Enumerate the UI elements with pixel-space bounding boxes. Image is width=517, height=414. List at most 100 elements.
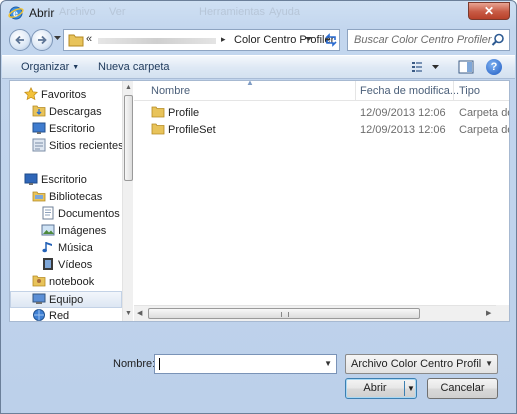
column-divider[interactable] bbox=[453, 81, 454, 101]
chevron-down-icon: ▼ bbox=[72, 64, 80, 71]
history-dropdown-icon[interactable] bbox=[54, 36, 61, 41]
nav-item-videos[interactable]: Vídeos bbox=[10, 257, 122, 274]
nav-item-recent-places[interactable]: Sitios recientes bbox=[10, 138, 124, 155]
folder-icon bbox=[68, 34, 84, 47]
ghost-menu-tools: Herramientas bbox=[199, 6, 266, 18]
breadcrumb-current[interactable]: Color Centro Profiler bbox=[234, 34, 334, 46]
file-type: Carpeta de a bbox=[459, 107, 509, 119]
search-input[interactable]: Buscar Color Centro Profiler bbox=[347, 29, 510, 51]
scroll-down-icon[interactable]: ▼ bbox=[125, 310, 132, 317]
breadcrumb-overflow[interactable]: « bbox=[86, 33, 92, 45]
nav-item-desktop-root[interactable]: Escritorio bbox=[10, 172, 122, 189]
refresh-icon[interactable] bbox=[323, 32, 339, 48]
nav-item-desktop[interactable]: Escritorio bbox=[10, 121, 122, 138]
music-icon bbox=[42, 242, 52, 253]
new-folder-button[interactable]: Nueva carpeta bbox=[98, 61, 170, 73]
nav-label: Descargas bbox=[49, 106, 102, 118]
column-divider[interactable] bbox=[355, 81, 356, 101]
open-button[interactable]: Abrir ▼ bbox=[345, 378, 417, 399]
address-bar[interactable]: « ▸ Color Centro Profiler ▸ bbox=[63, 29, 340, 51]
network-icon bbox=[33, 309, 45, 321]
folder-icon bbox=[151, 123, 165, 135]
file-name: ProfileSet bbox=[168, 124, 216, 136]
column-type[interactable]: Tipo bbox=[459, 85, 480, 97]
nav-label: Favoritos bbox=[41, 89, 87, 101]
nav-item-downloads[interactable]: Descargas bbox=[10, 104, 122, 121]
libraries-icon bbox=[32, 191, 46, 202]
preview-pane-icon[interactable] bbox=[458, 60, 474, 74]
scrollbar-corner bbox=[496, 305, 509, 321]
column-name[interactable]: Nombre bbox=[151, 85, 190, 97]
chevron-down-icon[interactable]: ▼ bbox=[407, 379, 415, 398]
views-icon[interactable] bbox=[411, 60, 443, 74]
filename-input[interactable]: ▼ bbox=[154, 354, 337, 374]
nav-label: Equipo bbox=[49, 294, 84, 306]
nav-item-pictures[interactable]: Imágenes bbox=[10, 223, 122, 240]
folder-icon bbox=[151, 106, 165, 118]
navigation-pane[interactable]: Favoritos Descargas Escritorio Sitios re… bbox=[10, 81, 133, 321]
desktop-icon bbox=[32, 122, 46, 134]
nav-label: notebook bbox=[49, 276, 95, 288]
file-row[interactable]: Profile 12/09/2013 12:06 Carpeta de a bbox=[134, 105, 509, 122]
star-icon bbox=[24, 87, 38, 101]
cancel-button[interactable]: Cancelar bbox=[427, 378, 498, 399]
organize-button[interactable]: Organizar ▼ bbox=[21, 61, 79, 73]
nav-label: Documentos bbox=[58, 208, 120, 220]
nav-item-favorites[interactable]: Favoritos bbox=[10, 87, 122, 104]
nav-label: Vídeos bbox=[58, 259, 93, 271]
search-placeholder: Buscar Color Centro Profiler bbox=[354, 34, 492, 46]
recent-places-icon bbox=[32, 138, 46, 152]
documents-icon bbox=[42, 206, 54, 220]
file-date: 12/09/2013 12:06 bbox=[360, 124, 446, 136]
search-icon[interactable] bbox=[491, 33, 505, 47]
nav-item-libraries[interactable]: Bibliotecas bbox=[10, 189, 122, 206]
nav-label: Imágenes bbox=[58, 225, 107, 237]
open-file-dialog: e Abrir Archivo Ver Herramientas Ayuda ✕… bbox=[0, 0, 517, 414]
file-date: 12/09/2013 12:06 bbox=[360, 107, 446, 119]
sort-indicator-icon: ▲ bbox=[246, 81, 254, 87]
file-row[interactable]: ProfileSet 12/09/2013 12:06 Carpeta de a bbox=[134, 122, 509, 139]
nav-item-documents[interactable]: Documentos bbox=[10, 206, 122, 223]
breadcrumb-separator[interactable]: ▸ bbox=[221, 34, 226, 45]
scroll-thumb[interactable] bbox=[148, 308, 420, 319]
help-button[interactable]: ? bbox=[486, 59, 502, 75]
nav-label: Red bbox=[49, 310, 70, 321]
back-button[interactable] bbox=[9, 29, 31, 51]
organize-label: Organizar bbox=[21, 61, 70, 73]
pictures-icon bbox=[41, 224, 55, 236]
scroll-up-icon[interactable]: ▲ bbox=[125, 84, 132, 91]
nav-item-computer[interactable]: Equipo bbox=[10, 291, 122, 308]
file-list[interactable]: ▲ Nombre Fecha de modifica... Tipo Profi… bbox=[134, 81, 509, 321]
downloads-folder-icon bbox=[32, 105, 46, 117]
ghost-menu-view: Ver bbox=[109, 6, 126, 18]
videos-icon bbox=[43, 258, 53, 270]
forward-button[interactable] bbox=[31, 29, 53, 51]
grip-icon bbox=[281, 312, 289, 317]
file-type-select[interactable]: Archivo Color Centro Profiler Ir ▼ bbox=[345, 354, 498, 374]
forward-arrow-icon bbox=[38, 35, 47, 45]
chevron-down-icon[interactable]: ▼ bbox=[324, 359, 332, 368]
scroll-right-icon[interactable]: ▶ bbox=[486, 309, 491, 317]
file-type: Carpeta de a bbox=[459, 124, 509, 136]
nav-label: Música bbox=[58, 242, 93, 254]
nav-item-network[interactable]: Red bbox=[10, 308, 122, 321]
file-name: Profile bbox=[168, 107, 200, 119]
text-caret bbox=[159, 358, 160, 370]
horizontal-scrollbar[interactable]: ◀ ▶ bbox=[134, 305, 496, 321]
nav-label: Sitios recientes bbox=[49, 140, 124, 152]
nav-scrollbar[interactable]: ▲ ▼ bbox=[122, 81, 133, 321]
nav-item-user-folder[interactable]: notebook bbox=[10, 274, 122, 291]
ghost-menu-help: Ayuda bbox=[269, 6, 300, 18]
split-divider bbox=[404, 381, 405, 396]
filename-label: Nombre: bbox=[113, 358, 156, 370]
file-type-value: Archivo Color Centro Profiler Ir bbox=[351, 358, 481, 370]
nav-label: Escritorio bbox=[41, 174, 87, 186]
nav-item-music[interactable]: Música bbox=[10, 240, 122, 257]
column-date[interactable]: Fecha de modifica... bbox=[360, 85, 459, 97]
scroll-thumb[interactable] bbox=[124, 95, 133, 181]
close-button[interactable]: ✕ bbox=[468, 2, 510, 20]
chevron-down-icon: ▼ bbox=[485, 359, 493, 368]
address-dropdown-icon[interactable] bbox=[305, 37, 312, 42]
scroll-left-icon[interactable]: ◀ bbox=[137, 309, 142, 317]
user-folder-icon bbox=[32, 275, 46, 287]
